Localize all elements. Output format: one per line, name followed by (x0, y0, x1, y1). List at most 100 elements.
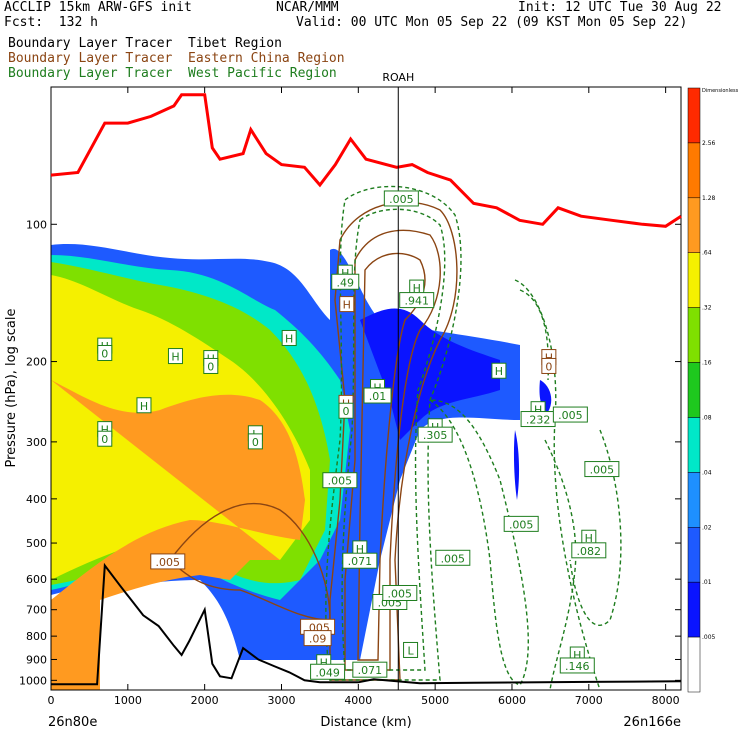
colorbar-level-label: 2.56 (702, 140, 716, 147)
x-tick-label: 4000 (344, 694, 372, 707)
y-tick-label: 700 (26, 604, 47, 617)
contour-label: .005 (322, 472, 358, 489)
contour-label: H (339, 296, 355, 313)
colorbar-swatch (687, 252, 701, 308)
contour-label-text: L (407, 644, 414, 657)
contour-label: .005 (382, 584, 418, 601)
colorbar-level-label: .16 (702, 360, 712, 367)
colorbar-swatch (687, 417, 701, 473)
y-tick-label: 800 (26, 630, 47, 643)
contour-label-text: .09 (309, 633, 327, 646)
green-contour-east2 (514, 279, 622, 690)
colorbar-level-label: .64 (702, 250, 712, 257)
contour-label: 0 (338, 402, 354, 419)
contour-label-text: .49 (337, 276, 355, 289)
contour-label-text: .071 (348, 555, 373, 568)
contour-label-text: .005 (388, 587, 413, 600)
contour-label-text: .005 (389, 193, 414, 206)
contour-label: .005 (383, 190, 419, 207)
contour-label-text: 0 (252, 436, 259, 449)
colorbar-level-label: .005 (702, 634, 716, 641)
colorbar-level-label: .04 (702, 469, 712, 476)
x-tick-label: 1000 (114, 694, 142, 707)
tropopause-line (50, 93, 682, 228)
colorbar-swatch (687, 636, 701, 693)
contour-label: 0 (97, 430, 113, 447)
x-axis-title: Distance (km) (320, 715, 411, 730)
contour-label-text: 0 (101, 433, 108, 446)
y-tick-label: 600 (26, 573, 47, 586)
colorbar-swatch (687, 472, 701, 528)
colorbar-swatch (687, 142, 701, 199)
contour-label: .005 (150, 553, 186, 570)
x-tick-label: 5000 (421, 694, 449, 707)
colorbar-level-label: .01 (702, 579, 712, 586)
contour-label: .941 (399, 292, 435, 309)
y-tick-label: 400 (26, 493, 47, 506)
contour-label: H (281, 329, 297, 346)
colorbar-swatch (687, 197, 701, 253)
x-end-label: 26n166e (623, 715, 681, 730)
y-tick-label: 500 (26, 537, 47, 550)
contour-label-text: .146 (565, 660, 590, 673)
contour-label-text: H (495, 365, 503, 378)
contour-label: H (491, 362, 507, 379)
contour-label-text: H (171, 351, 179, 364)
x-tick-label: 6000 (498, 694, 526, 707)
contour-label-text: H (343, 299, 351, 312)
contour-label-text: 0 (545, 360, 552, 373)
contour-label: .005 (552, 406, 588, 423)
contour-label: .232 (520, 411, 556, 428)
y-tick-label: 200 (26, 356, 47, 369)
y-tick-label: 1000 (19, 674, 47, 687)
contour-label: .005 (503, 515, 539, 532)
contour-label-text: .005 (328, 475, 353, 488)
colorbar-level-label: .02 (702, 524, 712, 531)
contour-label: H (167, 348, 183, 365)
contour-label: .146 (559, 657, 595, 674)
contour-label: .01 (363, 387, 392, 404)
contour-label: .005 (435, 549, 471, 566)
y-axis-title: Pressure (hPa), log scale (4, 309, 19, 468)
contour-label-text: .005 (590, 464, 615, 477)
colorbar-swatch (687, 362, 701, 418)
roah-marker-label: ROAH (382, 71, 414, 84)
contour-label-text: .071 (358, 664, 383, 677)
colorbar-level-label: .08 (702, 414, 712, 421)
contour-label: .09 (303, 630, 332, 647)
y-tick-label: 300 (26, 436, 47, 449)
x-tick-label: 3000 (267, 694, 295, 707)
contour-label-text: .941 (404, 295, 429, 308)
contour-label: 0 (203, 357, 219, 374)
contour-label-text: H (140, 400, 148, 413)
contour-label-text: .005 (441, 552, 466, 565)
x-start-label: 26n80e (48, 715, 97, 730)
contour-label-text: .049 (315, 666, 340, 679)
contour-label: .005 (584, 461, 620, 478)
contour-label-text: 0 (101, 347, 108, 360)
colorbar-level-label: .32 (702, 305, 712, 312)
contour-label: 0 (247, 433, 263, 450)
contour-label: 0 (97, 344, 113, 361)
contour-label-text: H (285, 332, 293, 345)
green-contour-east1 (427, 399, 529, 686)
x-tick-label: 7000 (575, 694, 603, 707)
cross-section-chart: 0 1000 2000 3000 4000 5000 6000 7000 8000 100200… (4, 71, 739, 730)
contour-label: .082 (571, 542, 607, 559)
colorbar-swatch (687, 527, 701, 583)
contour-label-text: .082 (577, 545, 602, 558)
y-tick-label: 100 (26, 218, 47, 231)
contour-label: H (136, 397, 152, 414)
contour-label-text: .005 (156, 556, 181, 569)
contour-label: .071 (342, 552, 378, 569)
contour-label: .071 (352, 661, 388, 678)
contour-label-text: .232 (526, 414, 551, 427)
contour-label-text: 0 (343, 405, 350, 418)
contour-label-text: .005 (509, 518, 534, 531)
colorbar-title: Dimensionless (702, 88, 739, 94)
y-tick-label: 900 (26, 653, 47, 666)
contour-label: .049 (310, 663, 346, 680)
colorbar-swatch (687, 581, 701, 638)
contour-label-text: .305 (423, 429, 448, 442)
x-tick-label: 8000 (652, 694, 680, 707)
